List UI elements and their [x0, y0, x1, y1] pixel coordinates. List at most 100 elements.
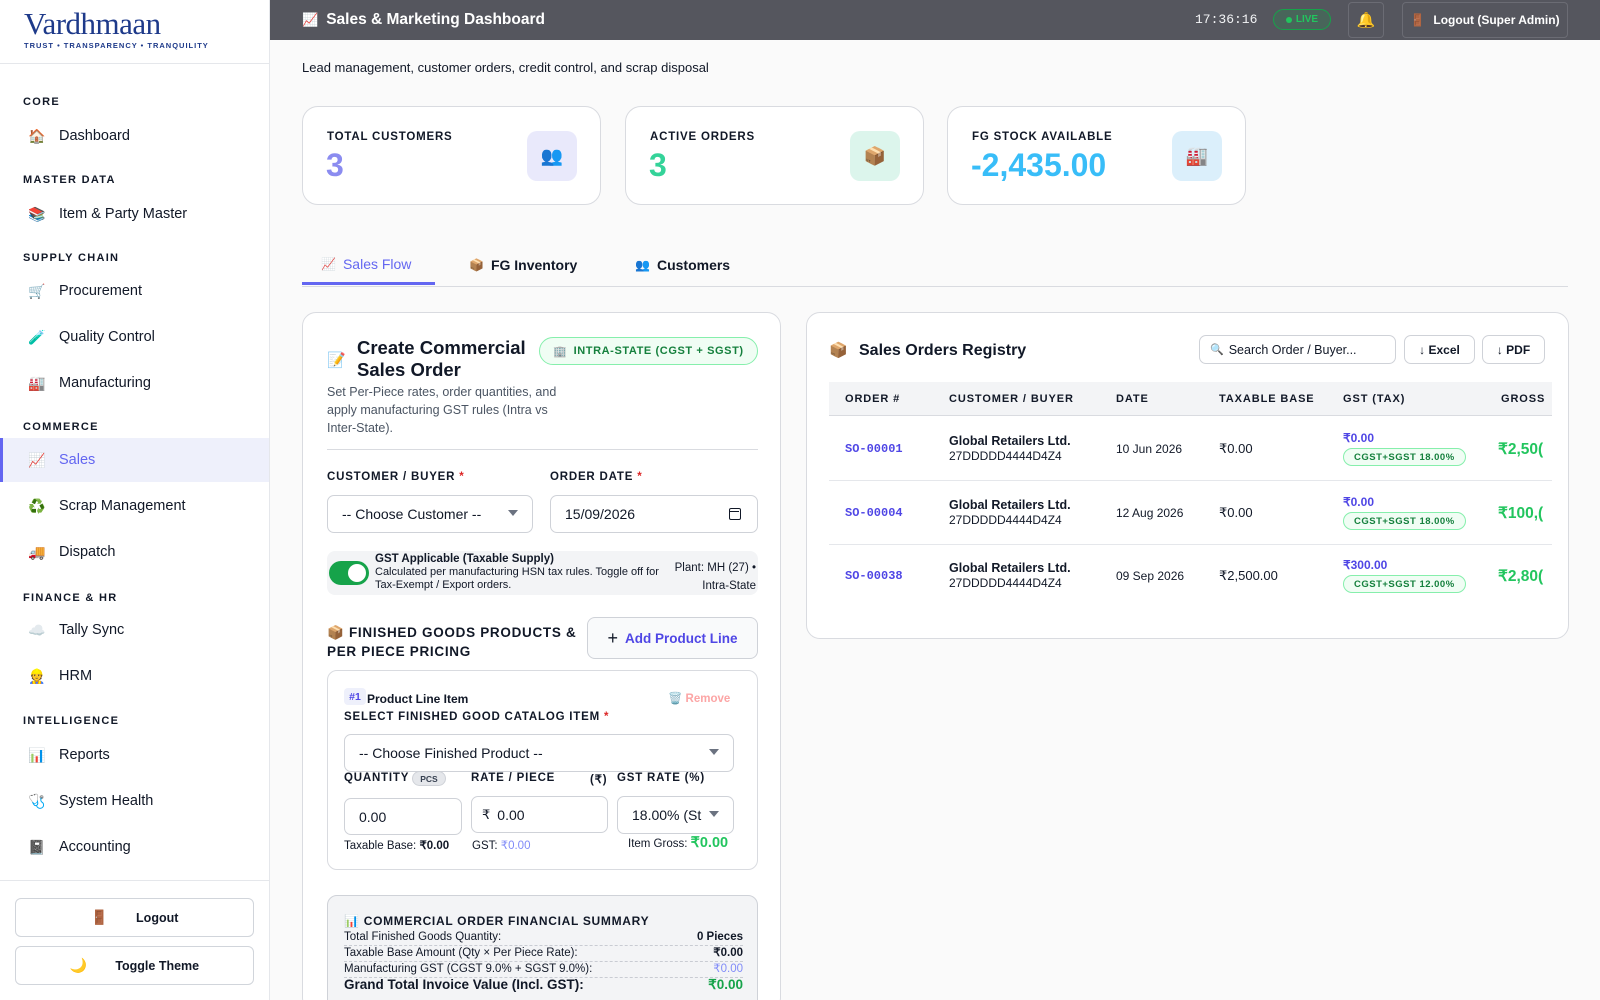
- sidebar-item-dashboard[interactable]: 🏠 Dashboard: [0, 114, 269, 158]
- gst-mode-label: INTRA-STATE (CGST + SGST): [573, 345, 744, 357]
- sidebar-logout-button[interactable]: 🚪 Logout: [15, 898, 254, 937]
- tab-sales-flow[interactable]: 📈 Sales Flow: [302, 245, 435, 285]
- notifications-button[interactable]: 🔔: [1348, 2, 1384, 38]
- sidebar-item-sales[interactable]: 📈 Sales: [0, 438, 269, 482]
- order-id-link[interactable]: SO-00038: [845, 569, 903, 583]
- toggle-theme-label: Toggle Theme: [115, 958, 200, 973]
- column-header[interactable]: GST (TAX): [1343, 393, 1405, 405]
- stat-value: 3: [326, 147, 344, 183]
- catalog-label-text: SELECT FINISHED GOOD CATALOG ITEM: [344, 711, 600, 723]
- sidebar-item-reports[interactable]: 📊 Reports: [0, 733, 269, 777]
- tab-fg-inventory[interactable]: 📦 FG Inventory: [450, 245, 596, 285]
- rate-input[interactable]: ₹ 0.00: [471, 796, 608, 833]
- stat-label: ACTIVE ORDERS: [650, 131, 755, 143]
- bar-chart-icon: 📊: [28, 746, 46, 763]
- gross-amount: ₹2,50(: [1498, 441, 1544, 458]
- order-id-link[interactable]: SO-00001: [845, 442, 903, 456]
- header-logout-button[interactable]: 🚪 Logout (Super Admin): [1402, 2, 1568, 38]
- finished-product-select[interactable]: -- Choose Finished Product --: [344, 734, 734, 772]
- calendar-icon: [729, 508, 741, 520]
- gst-amount: ₹0.00: [1343, 431, 1374, 445]
- sidebar-footer: 🚪 Logout 🌙 Toggle Theme: [0, 880, 269, 1000]
- nav-section-supply-chain: SUPPLY CHAIN: [23, 252, 120, 264]
- sidebar-item-dispatch[interactable]: 🚚 Dispatch: [0, 530, 269, 574]
- package-icon: 📦: [829, 342, 848, 359]
- divider: [327, 449, 758, 450]
- line-number-badge: #1: [344, 688, 366, 705]
- gst-amount: ₹300.00: [1343, 558, 1388, 572]
- gst-rate-badge: CGST+SGST 18.00%: [1343, 448, 1466, 466]
- summary-row-taxable: Taxable Base Amount (Qty × Per Piece Rat…: [344, 946, 743, 962]
- sidebar-item-label: Sales: [59, 452, 96, 468]
- customer-label-text: CUSTOMER / BUYER: [327, 471, 456, 483]
- gst-rate-select[interactable]: 18.00% (St: [617, 796, 734, 834]
- live-label: LIVE: [1295, 14, 1319, 25]
- catalog-field-label: SELECT FINISHED GOOD CATALOG ITEM *: [344, 711, 609, 723]
- sidebar-item-procurement[interactable]: 🛒 Procurement: [0, 269, 269, 313]
- gst-toggle-description: Calculated per manufacturing HSN tax rul…: [375, 566, 659, 591]
- gst-amount: ₹0.00: [1343, 495, 1374, 509]
- people-icon: 👥: [635, 258, 650, 272]
- summary-title: 📊 COMMERCIAL ORDER FINANCIAL SUMMARY: [344, 914, 649, 928]
- export-excel-button[interactable]: ↓ Excel: [1404, 335, 1475, 364]
- remove-line-button[interactable]: 🗑️ Remove: [668, 691, 730, 705]
- quantity-input[interactable]: 0.00: [344, 798, 462, 835]
- order-date-label-text: ORDER DATE: [550, 471, 634, 483]
- taxable-base: ₹0.00: [1219, 441, 1253, 456]
- remove-label: Remove: [685, 693, 731, 705]
- products-heading: 📦 FINISHED GOODS PRODUCTS & PER PIECE PR…: [327, 623, 579, 661]
- toggle-theme-button[interactable]: 🌙 Toggle Theme: [15, 946, 254, 985]
- taxable-value: ₹0.00: [419, 840, 450, 852]
- summary-row-quantity: Total Finished Goods Quantity: 0 Pieces: [344, 930, 743, 946]
- customer-select[interactable]: -- Choose Customer --: [327, 495, 533, 533]
- column-header[interactable]: DATE: [1116, 393, 1149, 405]
- stat-card-total-customers: TOTAL CUSTOMERS 3 👥: [302, 106, 601, 205]
- sidebar-item-label: Quality Control: [59, 329, 155, 345]
- sidebar-item-item-party-master[interactable]: 📚 Item & Party Master: [0, 192, 269, 236]
- summary-value: ₹0.00: [713, 963, 743, 975]
- sidebar-item-system-health[interactable]: 🩺 System Health: [0, 779, 269, 823]
- rupee-prefix: ₹: [482, 806, 491, 822]
- column-header[interactable]: CUSTOMER / BUYER: [949, 393, 1074, 405]
- live-dot-icon: [1285, 16, 1292, 23]
- sidebar-item-label: Tally Sync: [59, 622, 125, 638]
- package-icon: 📦: [850, 131, 900, 181]
- sidebar: Vardhmaan TRUST • TRANSPARENCY • TRANQUI…: [0, 0, 270, 1000]
- taxable-base: ₹2,500.00: [1219, 568, 1278, 583]
- sidebar-item-manufacturing[interactable]: 🏭 Manufacturing: [0, 361, 269, 405]
- column-header[interactable]: TAXABLE BASE: [1219, 393, 1315, 405]
- form-title: Create Commercial Sales Order: [357, 337, 526, 380]
- order-search-input[interactable]: 🔍 Search Order / Buyer...: [1199, 335, 1396, 364]
- table-row[interactable]: SO-00004 Global Retailers Ltd. 27DDDDD44…: [829, 481, 1552, 545]
- clock: 17:36:16: [1195, 12, 1258, 27]
- sidebar-item-accounting[interactable]: 📓 Accounting: [0, 825, 269, 869]
- order-date-input[interactable]: 15/09/2026: [550, 495, 758, 533]
- tab-customers[interactable]: 👥 Customers: [616, 245, 749, 285]
- column-header[interactable]: GROSS: [1501, 393, 1545, 405]
- sidebar-item-label: HRM: [59, 668, 93, 684]
- moon-icon: 🌙: [69, 957, 88, 973]
- trash-icon: 🗑️: [668, 693, 683, 705]
- table-row[interactable]: SO-00001 Global Retailers Ltd. 27DDDDD44…: [829, 417, 1552, 481]
- gst-toggle-switch[interactable]: [329, 561, 369, 585]
- customer-name: Global Retailers Ltd.: [949, 561, 1071, 575]
- sidebar-item-hrm[interactable]: 👷 HRM: [0, 654, 269, 698]
- sidebar-item-scrap-management[interactable]: ♻️ Scrap Management: [0, 484, 269, 528]
- sidebar-item-quality-control[interactable]: 🧪 Quality Control: [0, 315, 269, 359]
- finished-product-value: -- Choose Finished Product --: [359, 745, 543, 761]
- summary-row-grand-total: Grand Total Invoice Value (Incl. GST): ₹…: [344, 977, 743, 995]
- house-icon: 🏠: [28, 127, 46, 144]
- export-pdf-button[interactable]: ↓ PDF: [1482, 335, 1545, 364]
- add-product-line-button[interactable]: + Add Product Line: [587, 617, 758, 659]
- brand-logo[interactable]: Vardhmaan TRUST • TRANSPARENCY • TRANQUI…: [0, 0, 269, 64]
- line-item-title: Product Line Item: [367, 692, 469, 706]
- column-header[interactable]: ORDER #: [845, 393, 900, 405]
- customer-name: Global Retailers Ltd.: [949, 434, 1071, 448]
- memo-icon: 📝: [327, 352, 346, 369]
- search-icon: 🔍: [1210, 344, 1224, 356]
- sidebar-item-tally-sync[interactable]: ☁️ Tally Sync: [0, 608, 269, 652]
- books-icon: 📚: [28, 205, 46, 222]
- tab-label: FG Inventory: [490, 257, 578, 273]
- order-id-link[interactable]: SO-00004: [845, 506, 903, 520]
- table-row[interactable]: SO-00038 Global Retailers Ltd. 27DDDDD44…: [829, 545, 1552, 609]
